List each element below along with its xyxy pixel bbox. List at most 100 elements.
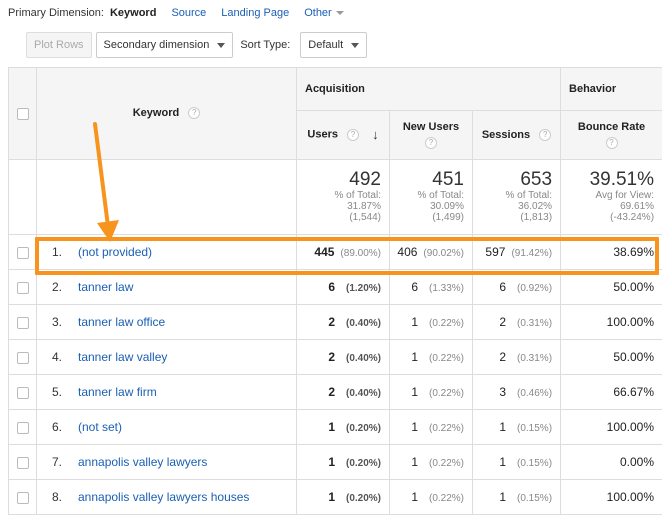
row-number: 3.	[52, 315, 63, 329]
row-checkbox-cell	[8, 304, 37, 340]
totals-keyword-cell	[36, 159, 297, 235]
total-label: % of Total:	[334, 190, 381, 201]
total-overall: (1,813)	[520, 212, 553, 223]
table-row[interactable]: 6. (not set) 1 (0.20%) 1 (0.22%) 1 (0.15%) 100.0…	[8, 409, 662, 445]
row-checkbox[interactable]	[16, 281, 29, 294]
users-value: 1	[328, 420, 335, 434]
row-number: 7.	[52, 455, 63, 469]
bounce-rate-header-label: Bounce Rate	[577, 121, 646, 133]
sessions-cell: 3 (0.46%)	[471, 374, 562, 410]
bounce-rate-total: 39.51% Avg for View: 69.61% (-43.24%)	[560, 159, 662, 235]
total-label: % of Total:	[417, 190, 464, 201]
table-row[interactable]: 3. tanner law office 2 (0.40%) 1 (0.22%) 2 (0.3…	[8, 304, 662, 340]
new-users-percent: (0.22%)	[428, 423, 464, 434]
new-users-cell: 1 (0.22%)	[389, 374, 473, 410]
keyword-cell: 8. annapolis valley lawyers houses	[36, 479, 297, 515]
row-checkbox[interactable]	[16, 456, 29, 469]
bounce-rate-column-header[interactable]: Bounce Rate ?	[560, 110, 662, 160]
table-body: 1. (not provided) 445 (89.00%) 406 (90.02%) 59…	[8, 234, 662, 515]
bounce-rate-cell: 100.00%	[560, 479, 662, 515]
sessions-cell: 1 (0.15%)	[471, 409, 562, 445]
keyword-link[interactable]: annapolis valley lawyers houses	[78, 490, 249, 504]
table-row[interactable]: 1. (not provided) 445 (89.00%) 406 (90.02%) 59…	[8, 234, 662, 270]
new-users-cell: 6 (1.33%)	[389, 269, 473, 305]
keyword-link[interactable]: tanner law office	[78, 315, 165, 329]
new-users-value: 6	[411, 280, 418, 294]
row-checkbox[interactable]	[16, 491, 29, 504]
totals-checkbox-cell	[8, 159, 37, 235]
bounce-rate-cell: 66.67%	[560, 374, 662, 410]
row-checkbox[interactable]	[16, 386, 29, 399]
sessions-cell: 2 (0.31%)	[471, 304, 562, 340]
keyword-link[interactable]: tanner law	[78, 280, 133, 294]
row-number: 1.	[52, 245, 63, 259]
sessions-cell: 597 (91.42%)	[471, 234, 562, 270]
keyword-cell: 6. (not set)	[36, 409, 297, 445]
table-row[interactable]: 7. annapolis valley lawyers 1 (0.20%) 1 (0.22…	[8, 444, 662, 480]
total-label: Avg for View:	[595, 190, 655, 201]
keyword-link[interactable]: annapolis valley lawyers	[78, 455, 207, 469]
total-value: 451	[432, 169, 464, 190]
sort-type-dropdown[interactable]: Default	[300, 32, 368, 58]
help-icon[interactable]: ?	[605, 137, 618, 149]
acquisition-group-header: Acquisition	[295, 67, 562, 111]
select-all-cell	[8, 67, 37, 160]
sessions-value: 597	[485, 245, 506, 259]
table-row[interactable]: 8. annapolis valley lawyers houses 1 (0.20%…	[8, 479, 662, 515]
caret-down-icon	[217, 42, 226, 48]
behavior-group-header: Behavior	[560, 67, 662, 111]
users-cell: 1 (0.20%)	[296, 444, 390, 480]
keyword-link[interactable]: tanner law valley	[78, 350, 167, 364]
new-users-value: 1	[411, 385, 418, 399]
row-number: 5.	[52, 385, 63, 399]
row-checkbox[interactable]	[16, 246, 29, 259]
sessions-cell: 1 (0.15%)	[471, 479, 562, 515]
row-checkbox[interactable]	[16, 351, 29, 364]
plot-rows-button[interactable]: Plot Rows	[26, 32, 92, 58]
sessions-percent: (0.15%)	[517, 458, 553, 469]
new-users-percent: (1.33%)	[428, 283, 464, 294]
sessions-percent: (0.46%)	[517, 388, 553, 399]
users-total: 492 % of Total: 31.87% (1,544)	[296, 159, 390, 235]
sort-descending-icon: ↓	[372, 127, 379, 143]
sessions-column-header[interactable]: Sessions ?	[471, 110, 562, 160]
table-row[interactable]: 4. tanner law valley 2 (0.40%) 1 (0.22%) 2 (0.3…	[8, 339, 662, 375]
total-overall: (1,499)	[432, 212, 464, 223]
users-value: 2	[328, 350, 335, 364]
new-users-column-header[interactable]: New Users ?	[389, 110, 473, 160]
dimension-keyword[interactable]: Keyword	[110, 7, 156, 19]
keyword-cell: 2. tanner law	[36, 269, 297, 305]
sessions-percent: (0.15%)	[517, 423, 553, 434]
table-row[interactable]: 5. tanner law firm 2 (0.40%) 1 (0.22%) 3 (0.46%…	[8, 374, 662, 410]
new-users-header-label: New Users	[402, 121, 460, 133]
row-checkbox[interactable]	[16, 316, 29, 329]
keyword-header[interactable]: Keyword ?	[36, 67, 297, 160]
new-users-cell: 1 (0.22%)	[389, 339, 473, 375]
users-cell: 6 (1.20%)	[296, 269, 390, 305]
users-value: 2	[328, 315, 335, 329]
dimension-other-dropdown[interactable]: Other	[304, 7, 344, 19]
help-icon[interactable]: ?	[539, 128, 552, 141]
row-checkbox[interactable]	[16, 421, 29, 434]
sessions-value: 2	[499, 350, 507, 364]
primary-dimension-bar: Primary Dimension: Keyword Source Landin…	[8, 5, 344, 21]
keyword-link[interactable]: (not set)	[78, 420, 122, 434]
dimension-landing-page-link[interactable]: Landing Page	[221, 7, 289, 19]
dimension-source-link[interactable]: Source	[171, 7, 206, 19]
keyword-link[interactable]: tanner law firm	[78, 385, 157, 399]
select-all-checkbox[interactable]	[16, 108, 29, 121]
table-row[interactable]: 2. tanner law 6 (1.20%) 6 (1.33%) 6 (0.92%) 50.0…	[8, 269, 662, 305]
users-column-header[interactable]: Users ? ↓	[296, 110, 390, 160]
help-icon[interactable]: ?	[347, 128, 360, 141]
users-cell: 445 (89.00%)	[296, 234, 390, 270]
bounce-rate-cell: 38.69%	[560, 234, 662, 270]
bounce-rate-cell: 50.00%	[560, 269, 662, 305]
keyword-link[interactable]: (not provided)	[78, 245, 152, 259]
total-label: % of Total:	[505, 190, 553, 201]
help-icon[interactable]: ?	[188, 107, 201, 120]
keyword-cell: 1. (not provided)	[36, 234, 297, 270]
help-icon[interactable]: ?	[425, 137, 437, 149]
sort-type-label: Sort Type:	[240, 39, 291, 51]
row-checkbox-cell	[8, 409, 37, 445]
secondary-dimension-dropdown[interactable]: Secondary dimension	[95, 32, 234, 58]
